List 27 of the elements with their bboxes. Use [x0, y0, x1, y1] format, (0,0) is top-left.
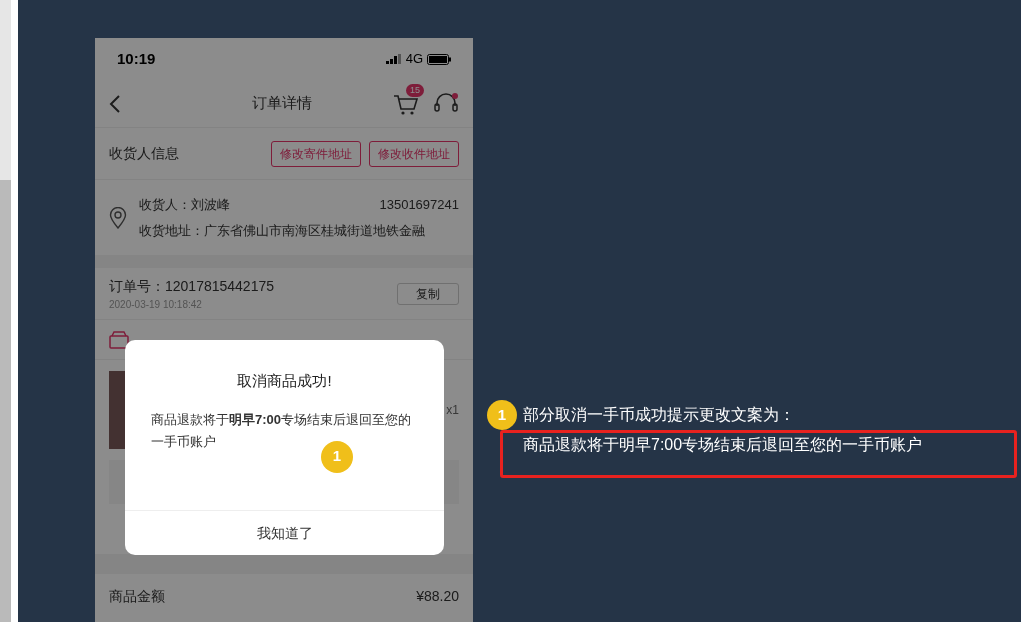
annotation-marker: 1 [321, 440, 353, 473]
location-pin-icon [109, 206, 127, 229]
battery-icon [427, 53, 451, 65]
amount-label: 商品金额 [109, 587, 165, 606]
order-number: 订单号：12017815442175 [109, 276, 275, 296]
cart-count-badge: 15 [406, 83, 424, 97]
acknowledge-button[interactable]: 我知道了 [125, 510, 444, 555]
package-icon [109, 330, 129, 349]
annotation-marker: 1 [487, 400, 517, 430]
annotation-title: 部分取消一手币成功提示更改文案为： [523, 405, 795, 425]
section-heading: 收货人信息 [109, 144, 180, 163]
copy-button[interactable]: 复制 [397, 282, 459, 305]
amount-value: ¥88.20 [416, 587, 459, 606]
recipient-address: 收货地址：广东省佛山市南海区桂城街道地铁金融 [139, 221, 426, 240]
network-label: 4G [405, 50, 423, 69]
recipient-name: 收货人：刘波峰 [139, 196, 230, 214]
annotation-text: 商品退款将于明早7:00专场结束后退回至您的一手币账户 [523, 436, 923, 453]
page-title: 订单详情 [251, 93, 313, 114]
product-quantity: x1 [446, 402, 459, 419]
signal-icon [385, 54, 402, 64]
edit-address-button[interactable]: 修改收件地址 [369, 140, 459, 167]
edit-address-button[interactable]: 修改寄件地址 [271, 140, 361, 167]
back-icon[interactable] [109, 93, 121, 114]
recipient-phone: 13501697241 [379, 196, 459, 214]
order-date: 2020-03-19 10:18:42 [109, 297, 203, 312]
dialog-title: 取消商品成功! [236, 371, 333, 391]
status-time: 10:19 [117, 48, 156, 69]
